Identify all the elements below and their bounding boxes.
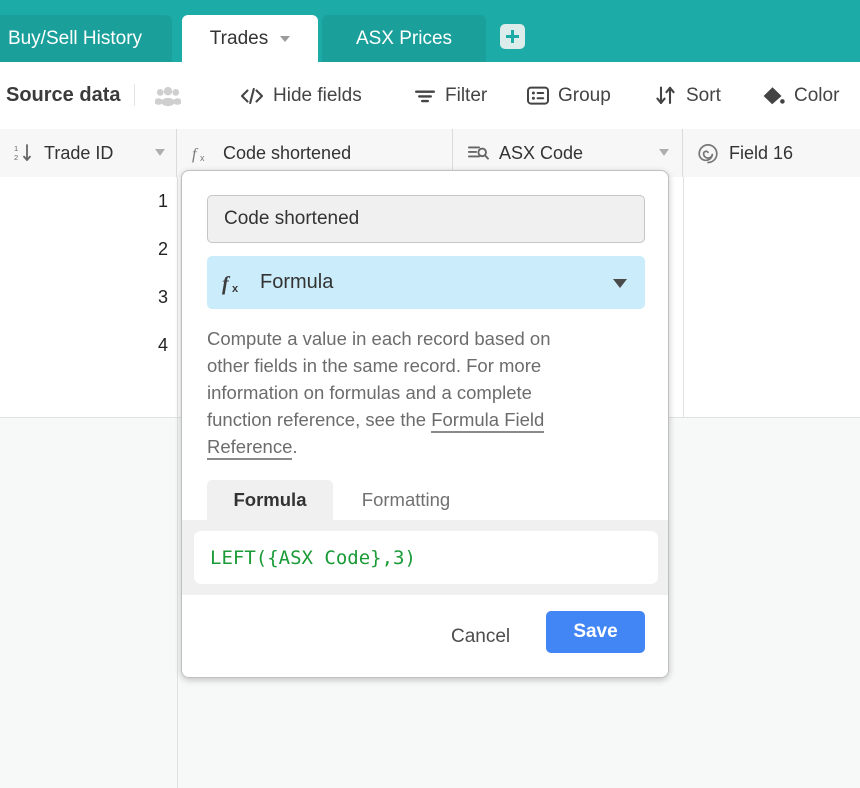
svg-text:f: f xyxy=(192,146,199,163)
chevron-down-icon[interactable] xyxy=(613,279,627,288)
chevron-down-icon[interactable] xyxy=(155,149,165,156)
subtab-label: Formula xyxy=(233,489,307,510)
people-icon xyxy=(155,86,181,106)
number-sort-icon: 1 2 xyxy=(14,143,34,163)
formula-value: LEFT({ASX Code},3) xyxy=(210,546,416,569)
column-header-label: Code shortened xyxy=(223,142,352,163)
field-type-label: Formula xyxy=(260,271,334,293)
formula-fx-icon: f x xyxy=(221,271,247,295)
formula-fx-icon: f x xyxy=(191,143,213,163)
formula-panel: LEFT({ASX Code},3) xyxy=(182,520,668,595)
spiral-icon xyxy=(697,143,719,164)
sort-arrows-icon xyxy=(655,86,677,105)
row-number: 1 xyxy=(157,190,168,211)
subtab-label: Formatting xyxy=(361,489,451,510)
column-header-label: Field 16 xyxy=(729,142,794,163)
color-button[interactable]: Color xyxy=(762,62,839,129)
add-table-button[interactable] xyxy=(500,24,525,49)
view-toolbar: Source data Hide fields Filter Group Sor… xyxy=(0,62,860,130)
description-text-after: . xyxy=(292,436,298,457)
column-header-trade-id[interactable]: 1 2 Trade ID xyxy=(0,129,177,177)
filter-icon xyxy=(414,87,436,105)
paint-bucket-icon xyxy=(762,86,785,106)
airtable-field-editor-screen: Buy/Sell History Trades ASX Prices Sourc… xyxy=(0,0,860,788)
svg-text:f: f xyxy=(222,273,231,295)
save-button[interactable]: Save xyxy=(546,611,645,653)
hide-fields-button[interactable]: Hide fields xyxy=(240,62,362,129)
sort-button[interactable]: Sort xyxy=(655,62,721,129)
group-button[interactable]: Group xyxy=(527,62,611,129)
column-divider xyxy=(177,177,178,788)
column-header-field-16[interactable]: Field 16 xyxy=(683,129,860,177)
plus-icon xyxy=(506,30,519,43)
svg-text:2: 2 xyxy=(14,153,18,162)
row-number: 4 xyxy=(157,334,168,355)
chevron-down-icon[interactable] xyxy=(280,35,291,42)
formula-input[interactable]: LEFT({ASX Code},3) xyxy=(194,531,658,584)
tab-asx-prices[interactable]: ASX Prices xyxy=(322,15,486,62)
column-header-label: ASX Code xyxy=(499,142,584,163)
row-number: 2 xyxy=(157,238,168,259)
svg-text:1: 1 xyxy=(14,144,18,153)
subtab-formatting[interactable]: Formatting xyxy=(340,480,472,520)
field-type-select[interactable]: f x Formula xyxy=(207,256,645,309)
cancel-label: Cancel xyxy=(451,626,511,647)
toolbar-item-label: Group xyxy=(558,84,611,106)
tab-buy-sell-history[interactable]: Buy/Sell History xyxy=(0,15,172,62)
chevron-down-icon[interactable] xyxy=(659,149,669,156)
tab-trades[interactable]: Trades xyxy=(182,15,318,62)
toolbar-divider xyxy=(134,84,135,106)
field-type-description: Compute a value in each record based on … xyxy=(207,325,597,460)
column-divider xyxy=(683,177,684,418)
svg-text:x: x xyxy=(232,283,239,295)
table-tab-bar: Buy/Sell History Trades ASX Prices xyxy=(0,0,860,62)
group-list-icon xyxy=(527,86,549,105)
collaborators-button[interactable] xyxy=(155,62,181,129)
filter-button[interactable]: Filter xyxy=(414,62,487,129)
row-number: 3 xyxy=(157,286,168,307)
toolbar-item-label: Hide fields xyxy=(273,84,362,106)
svg-text:x: x xyxy=(200,153,205,163)
code-brackets-icon xyxy=(240,87,264,105)
column-header-label: Trade ID xyxy=(44,142,114,163)
popup-subtab-bar: Formula Formatting xyxy=(182,480,668,520)
field-name-value: Code shortened xyxy=(224,208,360,229)
toolbar-item-label: Filter xyxy=(445,84,488,106)
field-editor-popup: Code shortened f x Formula Compute a val… xyxy=(181,170,669,678)
field-name-input[interactable]: Code shortened xyxy=(207,195,645,243)
cancel-button[interactable]: Cancel xyxy=(451,616,510,658)
toolbar-item-label: Color xyxy=(794,84,840,106)
toolbar-item-label: Sort xyxy=(686,84,721,106)
popup-actions: Cancel Save xyxy=(182,595,668,677)
tab-label: Buy/Sell History xyxy=(7,27,143,49)
subtab-formula[interactable]: Formula xyxy=(207,480,333,520)
source-data-label[interactable]: Source data xyxy=(6,62,120,129)
tab-label: Trades xyxy=(209,27,269,49)
lookup-search-icon xyxy=(467,144,489,163)
tab-label: ASX Prices xyxy=(355,27,453,49)
save-label: Save xyxy=(573,621,618,642)
